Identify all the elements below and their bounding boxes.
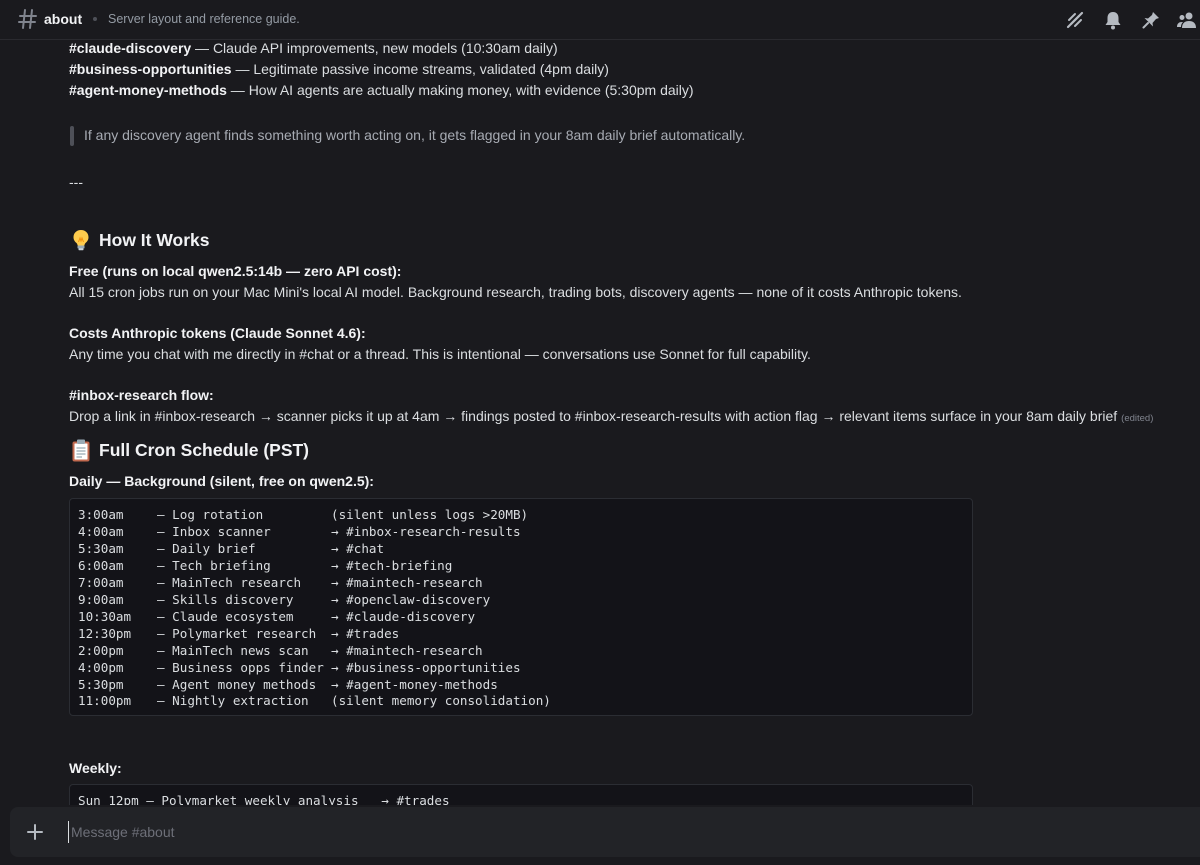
channel-topic[interactable]: Server layout and reference guide. (108, 12, 300, 26)
clipboard-emoji (72, 439, 90, 462)
schedule-target: → #tech-briefing (331, 557, 453, 573)
schedule-time: 10:30am (78, 608, 132, 624)
daily-title: Daily — Background (silent, free on qwen… (69, 473, 374, 489)
schedule-time: 6:00am (78, 557, 124, 573)
schedule-task: — Polymarket research (157, 625, 317, 641)
channel-mention[interactable]: #claude-discovery (69, 40, 191, 56)
schedule-time: 9:00am (78, 591, 124, 607)
message-input[interactable] (68, 821, 1168, 843)
weekly-schedule-row: Sun 12pm — Polymarket weekly analysis → … (78, 793, 450, 805)
schedule-target: → #openclaw-discovery (331, 591, 491, 607)
schedule-time: 5:30am (78, 540, 124, 556)
divider-text: --- (69, 174, 83, 190)
inbox-text-line: Drop a link in #inbox-research → scanner… (69, 408, 1153, 424)
daily-schedule-codeblock: 3:00am — Log rotation (silent unless logs … (69, 498, 973, 716)
schedule-row: 12:30pm — Polymarket research → #trades (78, 626, 964, 643)
free-text: All 15 cron jobs run on your Mac Mini's … (69, 284, 962, 300)
schedule-task: — Agent money methods (157, 676, 317, 692)
free-title: Free (runs on local qwen2.5:14b — zero A… (69, 263, 402, 279)
message-content: #claude-discovery — Claude API improveme… (0, 40, 1200, 805)
blockquote-text: If any discovery agent finds something w… (84, 127, 746, 143)
schedule-heading: Full Cron Schedule (PST) (69, 438, 309, 462)
schedule-task: — Tech briefing (157, 557, 271, 573)
channel-header: about Server layout and reference guide. (0, 0, 1200, 40)
bell-icon[interactable] (1102, 9, 1124, 31)
members-icon[interactable] (1176, 9, 1198, 31)
schedule-target: → #maintech-research (331, 574, 483, 590)
blockquote-bar (70, 126, 74, 146)
schedule-row: 6:00am — Tech briefing → #tech-briefing (78, 558, 964, 575)
schedule-time: 2:00pm (78, 642, 124, 658)
schedule-row: 3:00am — Log rotation (silent unless logs … (78, 507, 964, 524)
schedule-task: — Daily brief (157, 540, 256, 556)
how-it-works-heading: How It Works (69, 228, 210, 252)
schedule-row: 4:00pm — Business opps finder → #business-… (78, 660, 964, 677)
schedule-time: 4:00am (78, 523, 124, 539)
schedule-time: 11:00pm (78, 693, 132, 709)
schedule-task: — Business opps finder (157, 659, 324, 675)
channel-desc-line: #agent-money-methods — How AI agents are… (69, 82, 694, 98)
channel-mention[interactable]: #business-opportunities (69, 61, 232, 77)
schedule-row: 4:00am — Inbox scanner → #inbox-research-r… (78, 524, 964, 541)
plus-icon[interactable] (24, 821, 46, 843)
schedule-target: → #chat (331, 540, 385, 556)
schedule-target: (silent memory consolidation) (331, 693, 551, 709)
schedule-task: — MainTech research (157, 574, 302, 590)
channel-name: about (44, 11, 83, 27)
schedule-target: → #inbox-research-results (331, 523, 521, 539)
channel-desc: — Legitimate passive income streams, val… (231, 61, 609, 77)
schedule-target: → #claude-discovery (331, 608, 476, 624)
header-separator (93, 17, 97, 21)
pin-icon[interactable] (1140, 9, 1162, 31)
channel-desc: — How AI agents are actually making mone… (226, 82, 694, 98)
schedule-task: — Skills discovery (157, 591, 294, 607)
heading-text: Full Cron Schedule (PST) (99, 439, 310, 460)
schedule-row: 10:30am — Claude ecosystem → #claude-disco… (78, 609, 964, 626)
schedule-time: 7:00am (78, 574, 124, 590)
schedule-row: 5:30pm — Agent money methods → #agent-mone… (78, 677, 964, 694)
schedule-row: 9:00am — Skills discovery → #openclaw-disc… (78, 592, 964, 609)
schedule-task: — MainTech news scan (157, 642, 309, 658)
schedule-time: 12:30pm (78, 625, 132, 641)
channel-desc-line: #business-opportunities — Legitimate pas… (69, 61, 609, 77)
lightbulb-emoji (73, 230, 89, 251)
channel-desc-line: #claude-discovery — Claude API improveme… (69, 40, 558, 56)
schedule-row: 5:30am — Daily brief → #chat (78, 541, 964, 558)
schedule-row: 7:00am — MainTech research → #maintech-res… (78, 575, 964, 592)
schedule-row: 11:00pm — Nightly extraction (silent memor… (78, 693, 964, 710)
hash-icon (18, 9, 37, 29)
schedule-target: → #maintech-research (331, 642, 483, 658)
schedule-task: — Log rotation (157, 507, 264, 522)
inbox-text: Drop a link in #inbox-research → scanner… (69, 408, 1118, 424)
schedule-task: — Inbox scanner (157, 523, 271, 539)
message-composer (10, 807, 1200, 857)
app-window: about Server layout and reference guide.… (0, 0, 1200, 865)
schedule-task: — Claude ecosystem (157, 608, 294, 624)
edited-label[interactable]: (edited) (1121, 413, 1153, 424)
costs-title: Costs Anthropic tokens (Claude Sonnet 4.… (69, 325, 366, 341)
threads-icon[interactable] (1064, 9, 1086, 31)
channel-mention[interactable]: #agent-money-methods (69, 82, 227, 98)
weekly-title: Weekly: (69, 760, 122, 776)
channel-desc: — Claude API improvements, new models (1… (191, 40, 558, 56)
schedule-target: → #agent-money-methods (331, 676, 498, 692)
schedule-target: (silent unless logs >20MB) (331, 507, 529, 522)
costs-text: Any time you chat with me directly in #c… (69, 346, 811, 362)
schedule-time: 5:30pm (78, 676, 124, 692)
schedule-target: → #trades (331, 625, 400, 641)
schedule-row: 2:00pm — MainTech news scan → #maintech-re… (78, 643, 964, 660)
weekly-schedule-codeblock: Sun 12pm — Polymarket weekly analysis → … (69, 784, 973, 805)
schedule-time: 3:00am (78, 507, 124, 522)
inbox-title: #inbox-research flow: (69, 387, 214, 403)
schedule-target: → #business-opportunities (331, 659, 521, 675)
schedule-time: 4:00pm (78, 659, 124, 675)
heading-text: How It Works (99, 229, 210, 250)
schedule-task: — Nightly extraction (157, 693, 309, 709)
